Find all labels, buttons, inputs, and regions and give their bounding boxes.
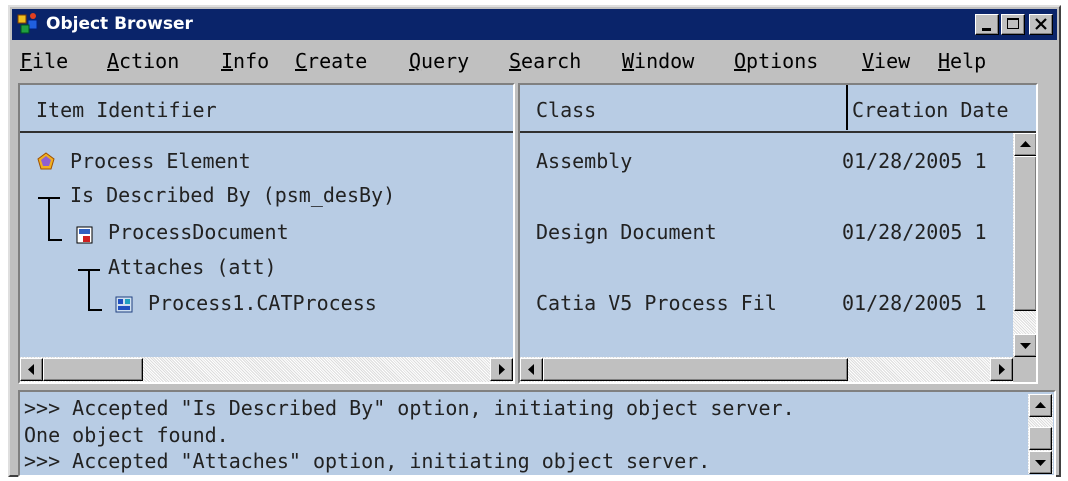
arrow-left-icon [528, 364, 534, 375]
tree-connector [88, 269, 90, 309]
tree-item-attaches[interactable]: Attaches (att) [108, 255, 277, 279]
arrow-right-icon [499, 364, 505, 375]
item-details-pane[interactable]: Class Creation Date Assembly 01/28/2005 … [518, 83, 1038, 384]
scroll-up-button[interactable] [1014, 133, 1036, 156]
menu-query[interactable]: Query [409, 49, 469, 73]
object-browser-icon [16, 12, 40, 36]
tree-item-process-document[interactable]: ProcessDocument [108, 220, 289, 244]
menu-action[interactable]: Action [107, 49, 179, 73]
close-button[interactable] [1029, 14, 1053, 35]
process-element-icon [36, 151, 56, 171]
object-browser-window: Object Browser File Action Info Create Q… [8, 5, 1061, 477]
window-title: Object Browser [46, 14, 193, 34]
cell-date-r3: 01/28/2005 1 [842, 291, 987, 315]
column-header-item-identifier[interactable]: Item Identifier [20, 85, 513, 130]
catprocess-icon [114, 294, 134, 314]
minimize-button[interactable] [975, 14, 999, 35]
header-divider [520, 131, 1036, 133]
arrow-right-icon [999, 364, 1005, 375]
cell-class-r1: Assembly [536, 149, 633, 173]
horizontal-scroll-thumb[interactable] [543, 358, 848, 381]
column-header-creation-date[interactable]: Creation Date [848, 85, 1036, 130]
scroll-down-button[interactable] [1029, 451, 1052, 474]
menu-file[interactable]: File [20, 49, 68, 73]
scroll-up-button[interactable] [1029, 394, 1052, 417]
menu-search[interactable]: Search [509, 49, 581, 73]
scroll-down-button[interactable] [1014, 334, 1036, 357]
log-line: One object found. [24, 423, 229, 447]
horizontal-scroll-thumb[interactable] [43, 358, 143, 381]
tree-item-is-described-by[interactable]: Is Described By (psm_desBy) [70, 183, 395, 207]
title-bar[interactable]: Object Browser [12, 9, 1057, 40]
vertical-scroll-thumb[interactable] [1029, 427, 1052, 450]
log-line: >>> Accepted "Attaches" option, initiati… [24, 449, 711, 473]
cell-class-r3: Catia V5 Process Fil [536, 291, 777, 315]
scroll-left-button[interactable] [520, 358, 543, 381]
menu-window[interactable]: Window [622, 49, 694, 73]
maximize-icon [1007, 18, 1019, 29]
menu-options[interactable]: Options [734, 49, 818, 73]
minimize-icon [982, 28, 991, 31]
menu-create[interactable]: Create [295, 49, 367, 73]
right-horizontal-scrollbar[interactable] [520, 357, 1013, 382]
header-divider [20, 131, 513, 133]
message-log[interactable]: >>> Accepted "Is Described By" option, i… [18, 390, 1056, 477]
arrow-up-icon [1020, 141, 1031, 147]
document-icon [75, 225, 95, 245]
tree-item-process1-catprocess[interactable]: Process1.CATProcess [148, 291, 377, 315]
vertical-scroll-thumb[interactable] [1014, 156, 1036, 311]
column-header-class[interactable]: Class [520, 85, 846, 130]
arrow-down-icon [1020, 343, 1031, 349]
scroll-corner [1013, 357, 1036, 382]
arrow-left-icon [28, 364, 34, 375]
tree-item-process-element[interactable]: Process Element [70, 149, 251, 173]
item-tree-pane[interactable]: Item Identifier Process Element Is Descr… [18, 83, 515, 384]
scroll-right-button[interactable] [990, 358, 1013, 381]
maximize-button[interactable] [1001, 14, 1025, 35]
close-icon [1035, 18, 1047, 30]
arrow-down-icon [1035, 460, 1046, 466]
left-horizontal-scrollbar[interactable] [20, 357, 513, 382]
arrow-up-icon [1035, 402, 1046, 408]
tree-connector [88, 309, 102, 311]
tree-connector [48, 197, 50, 239]
cell-class-r2: Design Document [536, 220, 717, 244]
menu-info[interactable]: Info [221, 49, 269, 73]
menu-view[interactable]: View [862, 49, 910, 73]
log-vertical-scrollbar[interactable] [1028, 394, 1053, 474]
menu-bar: File Action Info Create Query Search Win… [12, 42, 1057, 78]
cell-date-r2: 01/28/2005 1 [842, 220, 987, 244]
scroll-right-button[interactable] [490, 358, 513, 381]
tree-connector [48, 239, 62, 241]
menu-help[interactable]: Help [938, 49, 986, 73]
log-line: >>> Accepted "Is Described By" option, i… [24, 396, 795, 420]
cell-date-r1: 01/28/2005 1 [842, 149, 987, 173]
right-vertical-scrollbar[interactable] [1013, 133, 1036, 357]
scroll-left-button[interactable] [20, 358, 43, 381]
